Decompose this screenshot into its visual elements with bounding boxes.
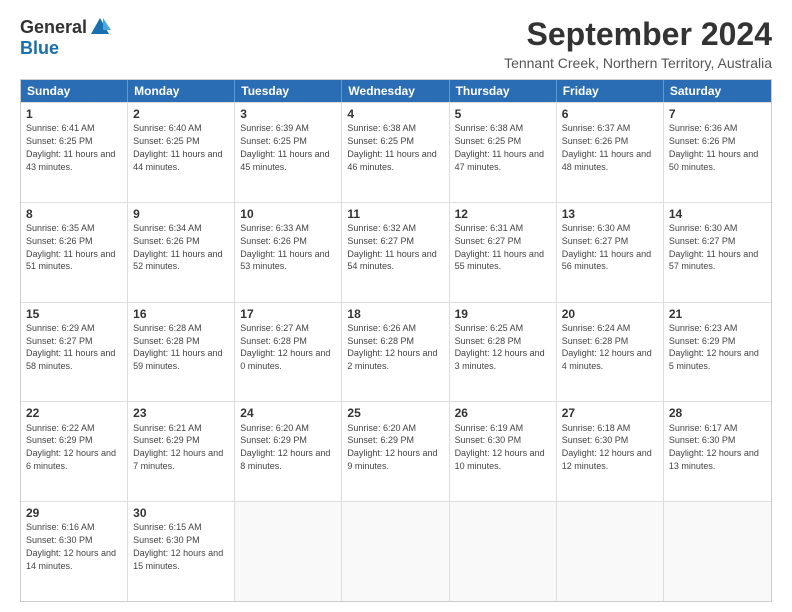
calendar: Sunday Monday Tuesday Wednesday Thursday… (20, 79, 772, 602)
week-row-1: 1 Sunrise: 6:41 AM Sunset: 6:25 PM Dayli… (21, 102, 771, 202)
empty-cell-1 (235, 502, 342, 601)
logo-general-text: General (20, 17, 87, 38)
day-27: 27 Sunrise: 6:18 AM Sunset: 6:30 PM Dayl… (557, 402, 664, 501)
empty-cell-5 (664, 502, 771, 601)
title-block: September 2024 Tennant Creek, Northern T… (504, 16, 772, 71)
day-16: 16 Sunrise: 6:28 AM Sunset: 6:28 PM Dayl… (128, 303, 235, 402)
day-3: 3 Sunrise: 6:39 AM Sunset: 6:25 PM Dayli… (235, 103, 342, 202)
week-row-4: 22 Sunrise: 6:22 AM Sunset: 6:29 PM Dayl… (21, 401, 771, 501)
day-26: 26 Sunrise: 6:19 AM Sunset: 6:30 PM Dayl… (450, 402, 557, 501)
day-8: 8 Sunrise: 6:35 AM Sunset: 6:26 PM Dayli… (21, 203, 128, 302)
location-subtitle: Tennant Creek, Northern Territory, Austr… (504, 55, 772, 71)
calendar-body: 1 Sunrise: 6:41 AM Sunset: 6:25 PM Dayli… (21, 102, 771, 601)
header-sunday: Sunday (21, 80, 128, 102)
day-2: 2 Sunrise: 6:40 AM Sunset: 6:25 PM Dayli… (128, 103, 235, 202)
day-7: 7 Sunrise: 6:36 AM Sunset: 6:26 PM Dayli… (664, 103, 771, 202)
header-tuesday: Tuesday (235, 80, 342, 102)
header-saturday: Saturday (664, 80, 771, 102)
day-14: 14 Sunrise: 6:30 AM Sunset: 6:27 PM Dayl… (664, 203, 771, 302)
day-9: 9 Sunrise: 6:34 AM Sunset: 6:26 PM Dayli… (128, 203, 235, 302)
week-row-5: 29 Sunrise: 6:16 AM Sunset: 6:30 PM Dayl… (21, 501, 771, 601)
empty-cell-2 (342, 502, 449, 601)
day-18: 18 Sunrise: 6:26 AM Sunset: 6:28 PM Dayl… (342, 303, 449, 402)
logo: General Blue (20, 16, 111, 59)
header-monday: Monday (128, 80, 235, 102)
logo-blue-text: Blue (20, 38, 59, 58)
day-22: 22 Sunrise: 6:22 AM Sunset: 6:29 PM Dayl… (21, 402, 128, 501)
calendar-header: Sunday Monday Tuesday Wednesday Thursday… (21, 80, 771, 102)
header-thursday: Thursday (450, 80, 557, 102)
day-24: 24 Sunrise: 6:20 AM Sunset: 6:29 PM Dayl… (235, 402, 342, 501)
day-28: 28 Sunrise: 6:17 AM Sunset: 6:30 PM Dayl… (664, 402, 771, 501)
day-5: 5 Sunrise: 6:38 AM Sunset: 6:25 PM Dayli… (450, 103, 557, 202)
week-row-3: 15 Sunrise: 6:29 AM Sunset: 6:27 PM Dayl… (21, 302, 771, 402)
day-29: 29 Sunrise: 6:16 AM Sunset: 6:30 PM Dayl… (21, 502, 128, 601)
week-row-2: 8 Sunrise: 6:35 AM Sunset: 6:26 PM Dayli… (21, 202, 771, 302)
day-12: 12 Sunrise: 6:31 AM Sunset: 6:27 PM Dayl… (450, 203, 557, 302)
logo-icon (89, 16, 111, 38)
header: General Blue September 2024 Tennant Cree… (20, 16, 772, 71)
day-4: 4 Sunrise: 6:38 AM Sunset: 6:25 PM Dayli… (342, 103, 449, 202)
empty-cell-4 (557, 502, 664, 601)
day-25: 25 Sunrise: 6:20 AM Sunset: 6:29 PM Dayl… (342, 402, 449, 501)
day-11: 11 Sunrise: 6:32 AM Sunset: 6:27 PM Dayl… (342, 203, 449, 302)
day-10: 10 Sunrise: 6:33 AM Sunset: 6:26 PM Dayl… (235, 203, 342, 302)
day-15: 15 Sunrise: 6:29 AM Sunset: 6:27 PM Dayl… (21, 303, 128, 402)
day-17: 17 Sunrise: 6:27 AM Sunset: 6:28 PM Dayl… (235, 303, 342, 402)
page: General Blue September 2024 Tennant Cree… (0, 0, 792, 612)
header-wednesday: Wednesday (342, 80, 449, 102)
day-23: 23 Sunrise: 6:21 AM Sunset: 6:29 PM Dayl… (128, 402, 235, 501)
header-friday: Friday (557, 80, 664, 102)
day-6: 6 Sunrise: 6:37 AM Sunset: 6:26 PM Dayli… (557, 103, 664, 202)
day-1: 1 Sunrise: 6:41 AM Sunset: 6:25 PM Dayli… (21, 103, 128, 202)
day-20: 20 Sunrise: 6:24 AM Sunset: 6:28 PM Dayl… (557, 303, 664, 402)
month-title: September 2024 (504, 16, 772, 53)
day-19: 19 Sunrise: 6:25 AM Sunset: 6:28 PM Dayl… (450, 303, 557, 402)
empty-cell-3 (450, 502, 557, 601)
day-30: 30 Sunrise: 6:15 AM Sunset: 6:30 PM Dayl… (128, 502, 235, 601)
day-21: 21 Sunrise: 6:23 AM Sunset: 6:29 PM Dayl… (664, 303, 771, 402)
day-13: 13 Sunrise: 6:30 AM Sunset: 6:27 PM Dayl… (557, 203, 664, 302)
